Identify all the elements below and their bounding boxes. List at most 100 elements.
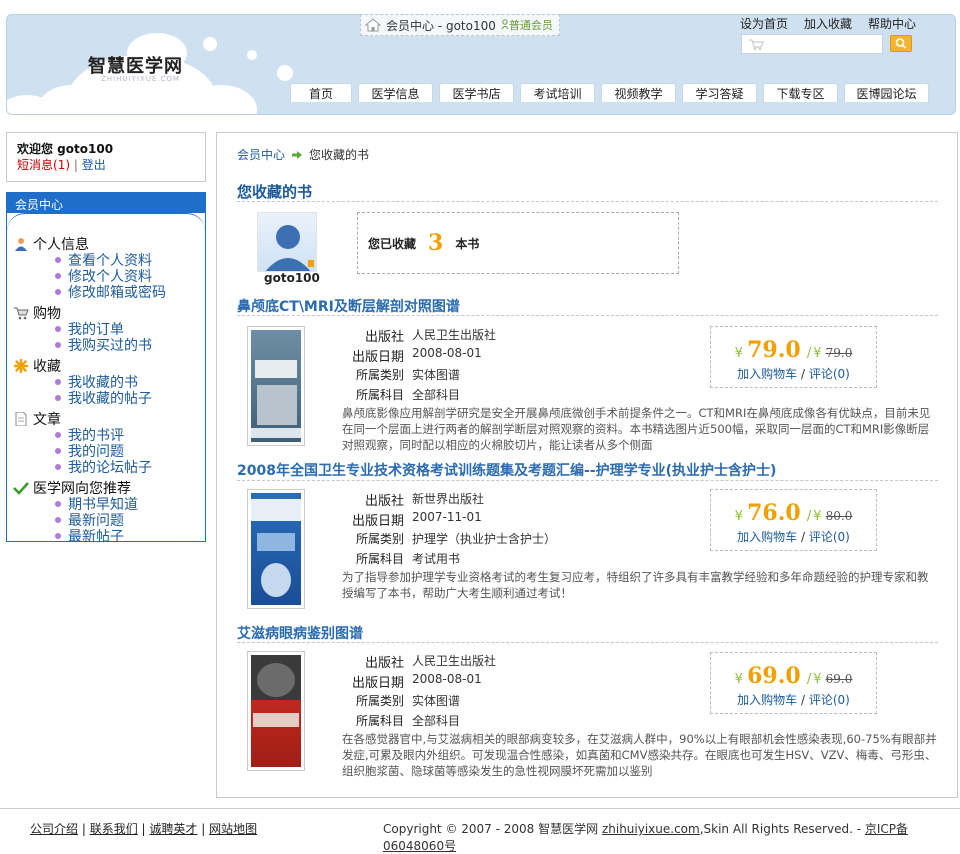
- footer-divider: [0, 808, 960, 809]
- field-label: 所属科目: [355, 714, 404, 728]
- nav-tab-qa[interactable]: 学习答疑: [682, 83, 757, 102]
- nav-tab-medical-info[interactable]: 医学信息: [358, 83, 433, 102]
- field-label: 出版日期: [351, 514, 404, 529]
- field-label: 出版社: [364, 656, 404, 671]
- field-value: 2008-08-01: [412, 346, 482, 360]
- menu-link-label: 我的论坛帖子: [68, 460, 152, 476]
- menu-link-label: 修改邮箱或密码: [68, 285, 166, 301]
- field-label: 所属类别: [355, 694, 404, 708]
- bullet-icon: [55, 517, 61, 523]
- field-label: 出版社: [364, 494, 404, 509]
- cover-strip: [251, 428, 301, 438]
- field-value: 全部科目: [412, 714, 461, 728]
- book-cover[interactable]: [247, 489, 305, 609]
- menu-section-favorites[interactable]: 收藏: [13, 356, 61, 376]
- menu-link-favorite-posts[interactable]: 我收藏的帖子: [55, 388, 152, 408]
- nav-tab-downloads[interactable]: 下载专区: [763, 83, 838, 102]
- messages-label: 短消息: [17, 158, 54, 172]
- add-to-cart-link[interactable]: 加入购物车: [737, 530, 797, 544]
- user-icon: [15, 238, 27, 251]
- bullet-icon: [55, 273, 61, 279]
- price-box: ¥ 79.0 /¥ 79.0 加入购物车 / 评论(0): [710, 326, 877, 388]
- menu-link-label: 我收藏的帖子: [68, 391, 152, 407]
- book-title[interactable]: 鼻颅底CT\MRI及断层解剖对照图谱: [237, 296, 460, 316]
- member-level-text: 普通会员: [508, 19, 553, 32]
- set-homepage-link[interactable]: 设为首页: [740, 15, 788, 32]
- menu-section-articles[interactable]: 文章: [13, 409, 61, 429]
- bullet-icon: [55, 432, 61, 438]
- add-to-cart-link[interactable]: 加入购物车: [737, 693, 797, 707]
- member-menu: 会员中心 个人信息 查看个人资料 修改个人资料 修改邮箱或密码 购物 我的订单 …: [6, 192, 206, 545]
- member-level: 普通会员: [501, 17, 553, 33]
- menu-link-purchased-books[interactable]: 我购买过的书: [55, 335, 152, 355]
- nav-tab-video[interactable]: 视频教学: [601, 83, 676, 102]
- comment-link[interactable]: 评论(0): [809, 693, 850, 707]
- help-center-link[interactable]: 帮助中心: [868, 15, 916, 32]
- menu-link-latest-posts[interactable]: 最新帖子: [55, 526, 124, 546]
- bullet-icon: [55, 395, 61, 401]
- book-date: 出版日期 2008-08-01: [342, 346, 482, 365]
- comment-count: (0): [832, 367, 850, 381]
- field-label: 所属类别: [355, 532, 404, 546]
- comment-count: (0): [832, 693, 850, 707]
- breadcrumb-home[interactable]: 会员中心: [237, 146, 285, 163]
- footer-link-contact[interactable]: 联系我们: [90, 822, 138, 836]
- nav-tab-exam-training[interactable]: 考试培训: [520, 83, 595, 102]
- book-cover-art: [251, 330, 301, 442]
- footer-domain-link[interactable]: zhihuiyixue.com: [602, 822, 700, 836]
- logout-link[interactable]: 登出: [82, 158, 106, 172]
- comment-link[interactable]: 评论(0): [809, 367, 850, 381]
- add-to-cart-link[interactable]: 加入购物车: [737, 367, 797, 381]
- separator: |: [73, 158, 78, 172]
- comment-link[interactable]: 评论(0): [809, 530, 850, 544]
- price-slash: /: [806, 346, 812, 361]
- add-favorite-link[interactable]: 加入收藏: [804, 15, 852, 32]
- field-value: 新世界出版社: [412, 492, 485, 506]
- book-subject: 所属科目 全部科目: [342, 386, 460, 403]
- member-center-pill[interactable]: 会员中心 - goto100 普通会员: [360, 14, 560, 36]
- nav-tab-bookstore[interactable]: 医学书店: [439, 83, 514, 102]
- footer-link-sitemap[interactable]: 网站地图: [209, 822, 257, 836]
- field-value: 人民卫生出版社: [412, 328, 497, 342]
- book-title[interactable]: 2008年全国卫生专业技术资格考试训练题集及考题汇编--护理学专业(执业护士含护…: [237, 460, 776, 480]
- currency-symbol: ¥: [734, 509, 743, 524]
- member-center-label: 会员中心 - goto100: [386, 18, 496, 33]
- menu-link-my-forum-posts[interactable]: 我的论坛帖子: [55, 457, 152, 477]
- book-cover[interactable]: [247, 651, 305, 771]
- bullet-icon: [55, 257, 61, 263]
- home-icon: [365, 18, 381, 32]
- cover-image: [261, 563, 291, 597]
- menu-section-shopping[interactable]: 购物: [13, 303, 61, 323]
- header-cloud: [277, 65, 293, 81]
- footer-link-about[interactable]: 公司介绍: [30, 822, 78, 836]
- search-button[interactable]: [890, 35, 912, 52]
- book-subject: 所属科目 考试用书: [342, 550, 460, 567]
- bullet-icon: [55, 379, 61, 385]
- field-label: 所属类别: [355, 368, 404, 382]
- messages-link[interactable]: 短消息(1): [17, 158, 70, 172]
- book-subject: 所属科目 全部科目: [342, 712, 460, 729]
- field-value: 实体图谱: [412, 694, 461, 708]
- bullet-icon: [55, 464, 61, 470]
- footer-link-careers[interactable]: 诚聘英才: [149, 822, 197, 836]
- message-count: (1): [53, 158, 71, 172]
- price-box: ¥ 69.0 /¥ 69.0 加入购物车 / 评论(0): [710, 652, 877, 714]
- menu-link-edit-email-password[interactable]: 修改邮箱或密码: [55, 282, 166, 302]
- book-title[interactable]: 艾滋病眼病鉴别图谱: [237, 623, 363, 643]
- favorite-count-box: 您已收藏 3 本书: [357, 212, 679, 274]
- price: 69.0: [747, 663, 801, 689]
- nav-tab-home[interactable]: 首页: [290, 83, 352, 102]
- field-value: 2007-11-01: [412, 510, 482, 524]
- count-suffix: 本书: [455, 236, 480, 251]
- book-publisher: 出版社 人民卫生出版社: [342, 652, 496, 671]
- old-price: 79.0: [825, 346, 853, 360]
- breadcrumb: 会员中心 您收藏的书: [237, 146, 369, 163]
- person-icon: [501, 19, 509, 30]
- site-logo-domain: ZHIHUIYIXUE.COM: [101, 75, 180, 83]
- price: 79.0: [747, 337, 801, 363]
- price: 76.0: [747, 500, 801, 526]
- nav-tab-forum[interactable]: 医博园论坛: [844, 83, 929, 102]
- price-line: ¥ 79.0 /¥ 79.0: [711, 337, 876, 363]
- book-cover[interactable]: [247, 326, 305, 446]
- book-publisher: 出版社 新世界出版社: [342, 490, 484, 509]
